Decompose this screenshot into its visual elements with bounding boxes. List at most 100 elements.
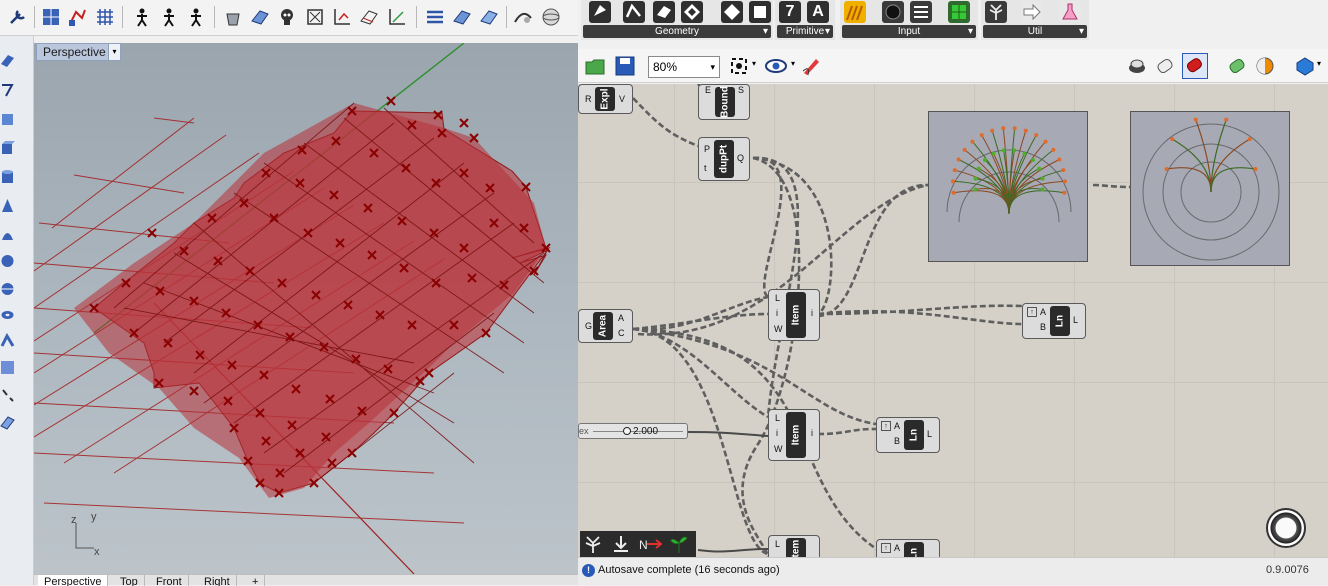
points-icon[interactable] (0, 386, 15, 404)
tab-perspective[interactable]: Perspective (38, 575, 109, 586)
lines-icon[interactable] (424, 6, 446, 28)
display-mode-icon[interactable] (1294, 55, 1316, 77)
number-slider[interactable]: ex 2.000 (578, 423, 688, 439)
bucket-icon[interactable] (222, 6, 244, 28)
surface-1-icon[interactable] (249, 6, 271, 28)
duppt-name: dupPt (718, 144, 730, 174)
tree-bottom-icon[interactable] (582, 533, 604, 555)
viewport-label[interactable]: Perspective (36, 43, 113, 61)
grid-array-icon[interactable] (94, 6, 116, 28)
rhino-viewport[interactable]: z y x (34, 43, 578, 574)
pipe-icon[interactable] (0, 332, 15, 350)
line3-input-a: A (894, 543, 901, 553)
slider-handle[interactable] (623, 427, 631, 435)
preview-selected-icon[interactable] (1182, 53, 1208, 79)
tab-front[interactable]: Front (150, 575, 189, 586)
download-bottom-icon[interactable] (610, 533, 632, 555)
box-x-icon[interactable] (304, 6, 326, 28)
curve-param-icon[interactable] (623, 1, 645, 23)
cone-icon[interactable] (0, 197, 15, 215)
display-mode-dropdown-icon[interactable]: ▾ (1317, 59, 1321, 68)
axis-icon[interactable] (331, 6, 353, 28)
dome-icon[interactable] (0, 226, 15, 244)
mesh-param-icon[interactable] (721, 1, 743, 23)
brep-param-icon[interactable] (681, 1, 703, 23)
ribbon-label-geometry[interactable]: Geometry ▾ (583, 25, 771, 38)
number-param-icon[interactable]: 7 (779, 1, 801, 23)
text-param-icon[interactable]: A (807, 1, 829, 23)
material-icon[interactable] (1254, 55, 1276, 77)
gradient-input-icon[interactable] (844, 1, 866, 23)
gh-line-component-2[interactable]: ↑ A B Ln L (876, 417, 940, 453)
surface-tool-icon[interactable] (0, 52, 15, 70)
gh-duppt-component[interactable]: P t dupPt Q (698, 137, 750, 181)
box-3d-icon[interactable] (0, 139, 15, 157)
preview-dropdown-icon[interactable]: ▾ (791, 59, 795, 68)
zoom-extents-icon[interactable] (728, 55, 750, 77)
add-tab-icon[interactable]: + (246, 575, 266, 586)
cylinder-icon[interactable] (0, 168, 15, 186)
grid-select-icon[interactable] (40, 6, 62, 28)
render-tool-icon[interactable] (0, 358, 15, 376)
gh-item-component-2[interactable]: L i W Item i (768, 409, 820, 461)
point-param-icon[interactable] (589, 1, 611, 23)
sphere-wire-icon[interactable] (0, 280, 15, 298)
flask-util-icon[interactable] (1059, 1, 1081, 23)
sphere-icon[interactable] (540, 6, 562, 28)
sprout-bottom-icon[interactable] (668, 533, 690, 555)
sphere-tool-icon[interactable] (0, 252, 15, 270)
render-icon[interactable] (512, 6, 534, 28)
toggle-input-icon[interactable] (882, 1, 904, 23)
tree-util-icon[interactable] (985, 1, 1007, 23)
box-tool-icon[interactable] (0, 110, 15, 128)
surface-3-icon[interactable] (451, 6, 473, 28)
transform-icon[interactable] (66, 6, 88, 28)
surface-4-icon[interactable] (478, 6, 500, 28)
figure-1-icon[interactable] (130, 6, 152, 28)
area-input-g: G (585, 321, 593, 331)
mesh-tool-icon[interactable] (0, 414, 15, 432)
preview-panel-1[interactable] (928, 111, 1088, 262)
save-file-icon[interactable] (614, 55, 636, 77)
tab-top[interactable]: Top (114, 575, 145, 586)
ribbon-label-input[interactable]: Input ▾ (842, 25, 976, 38)
preview-eye-icon[interactable] (764, 55, 788, 77)
surface-param-icon[interactable] (653, 1, 675, 23)
tree-node (1012, 148, 1017, 153)
preview-panel-2[interactable] (1130, 111, 1290, 266)
tab-right[interactable]: Right (198, 575, 237, 586)
navigation-widget[interactable] (1266, 508, 1306, 548)
gh-line-component-1[interactable]: ↑ A B Ln L (1022, 303, 1086, 339)
gh-explode-component[interactable]: R Expl V (578, 84, 633, 114)
viewport-dropdown[interactable]: ▾ (108, 43, 121, 61)
bake-icon[interactable] (1226, 55, 1248, 77)
gh-item-component-1[interactable]: L i W Item i (768, 289, 820, 341)
preview-shaded-icon[interactable] (1126, 55, 1148, 77)
skull-icon[interactable] (276, 6, 298, 28)
geometry-param-icon[interactable] (749, 1, 771, 23)
figure-2-icon[interactable] (157, 6, 179, 28)
gh-area-component[interactable]: G Area A C (578, 309, 633, 343)
arrow-util-icon[interactable] (1021, 1, 1043, 23)
preview-wire-icon[interactable] (1154, 55, 1176, 77)
zoom-select[interactable]: 80% ▾ (648, 56, 720, 78)
axis-2-icon[interactable] (386, 6, 408, 28)
matrix-input-icon[interactable] (948, 1, 970, 23)
list-input-icon[interactable] (910, 1, 932, 23)
red-arrow-bottom-icon[interactable]: N (638, 533, 664, 555)
ribbon-label-primitive[interactable]: Primitive ▾ (777, 25, 833, 38)
open-file-icon[interactable] (584, 55, 606, 77)
tree-node (1001, 148, 1006, 153)
gh-line-component-3[interactable]: ↑ A Ln (876, 539, 940, 557)
figure-3-icon[interactable] (184, 6, 206, 28)
curve-tool-icon[interactable] (0, 81, 15, 99)
gh-bounds-component[interactable]: E Bound S (698, 84, 750, 120)
wrench-icon[interactable] (8, 6, 30, 28)
surface-2-icon[interactable] (358, 6, 380, 28)
gh-canvas[interactable]: R Expl V E Bound S P t dupPt Q G Area A … (578, 84, 1328, 557)
sketch-pen-icon[interactable] (800, 55, 822, 77)
ribbon-label-util[interactable]: Util ▾ (983, 25, 1087, 38)
gh-item-component-3[interactable]: L Item (768, 535, 820, 557)
torus-icon[interactable] (0, 306, 15, 324)
zoom-extents-dropdown-icon[interactable]: ▾ (752, 59, 756, 68)
